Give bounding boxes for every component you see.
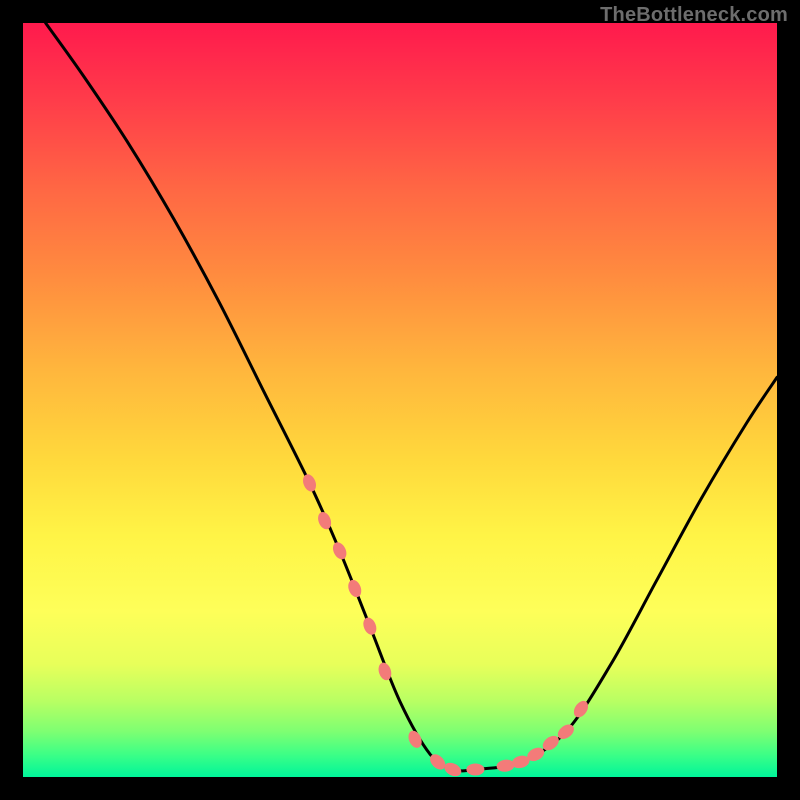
marker-dot: [442, 760, 463, 779]
marker-dot: [301, 472, 319, 493]
highlight-markers: [301, 472, 591, 778]
chart-svg: [23, 23, 777, 777]
marker-dot: [361, 616, 379, 637]
watermark-text: TheBottleneck.com: [600, 4, 788, 27]
bottleneck-curve: [46, 23, 777, 771]
marker-dot: [466, 763, 484, 775]
curve-path: [46, 23, 777, 771]
chart-plot-area: [23, 23, 777, 777]
marker-dot: [496, 759, 515, 773]
marker-dot: [346, 578, 364, 599]
marker-dot: [330, 540, 349, 561]
